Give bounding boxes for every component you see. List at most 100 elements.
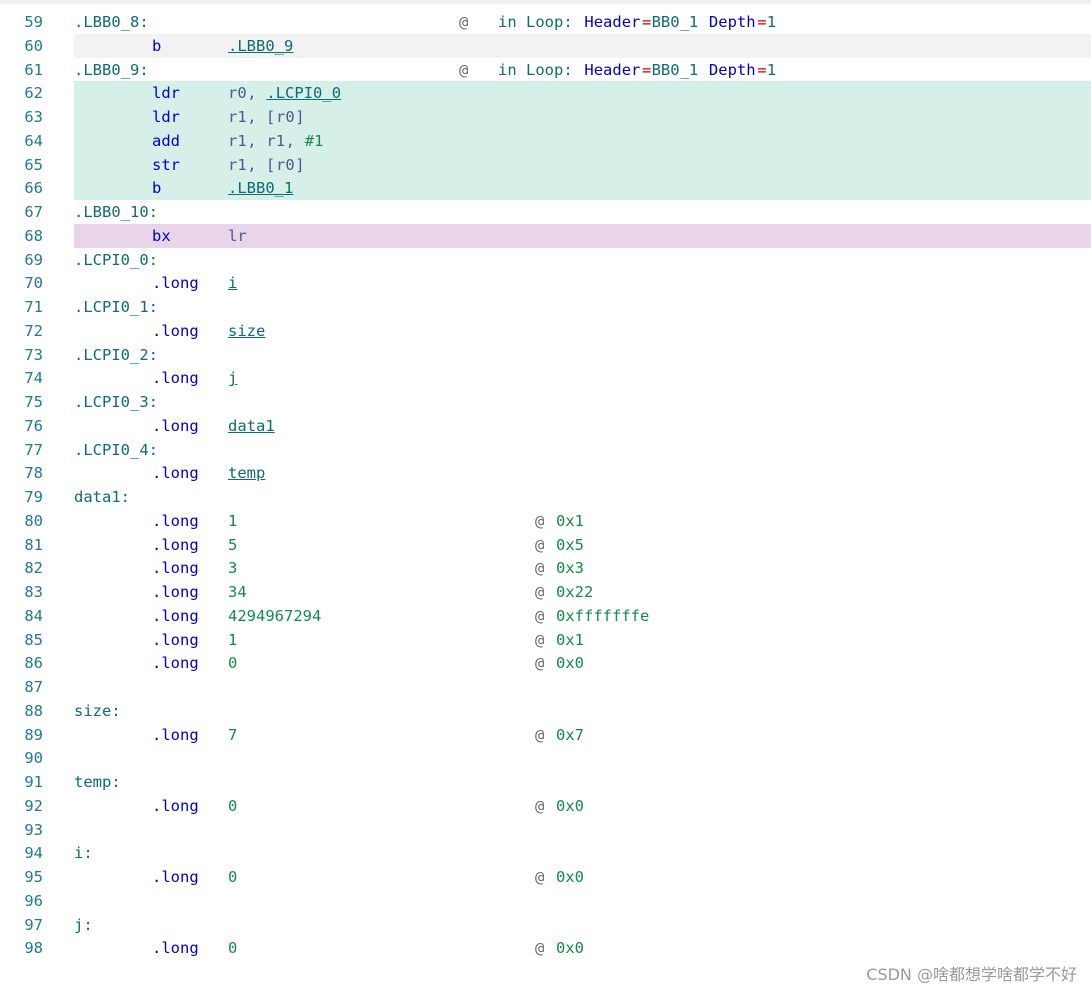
code-line[interactable]: 62 ldr r0, .LCPI0_0 bbox=[0, 81, 1091, 106]
instruction-mnemonic: .long bbox=[152, 464, 199, 483]
instruction-operand[interactable]: .LBB0_1 bbox=[228, 176, 293, 200]
code-line[interactable]: 89 .long 7 @0x7 bbox=[0, 723, 1091, 747]
line-number: 94 bbox=[24, 844, 43, 863]
instruction-mnemonic: .long bbox=[152, 535, 199, 554]
code-line[interactable]: 59 .LBB0_8: @ in Loop: Header = BB0_1 Depth = 1 bbox=[0, 10, 1091, 34]
line-number: 66 bbox=[24, 179, 43, 198]
hex-comment: 0x5 bbox=[556, 535, 584, 554]
code-line[interactable]: 61 .LBB0_9: @ in Loop: Header = BB0_1 Depth = 1 bbox=[0, 58, 1091, 82]
code-line[interactable]: 90 bbox=[0, 746, 1091, 770]
line-number: 62 bbox=[24, 84, 43, 103]
instruction-mnemonic: b bbox=[152, 179, 162, 198]
code-line[interactable]: 85 .long 1 @0x1 bbox=[0, 628, 1091, 652]
code-line[interactable]: 78 .long temp bbox=[0, 461, 1091, 485]
instruction-operand[interactable]: .LCPI0_0 bbox=[266, 81, 341, 105]
instruction-mnemonic: .long bbox=[152, 583, 199, 601]
instruction-operand: , bbox=[247, 84, 266, 103]
code-line[interactable]: 73 .LCPI0_2: bbox=[0, 343, 1091, 367]
code-line[interactable]: 70 .long i bbox=[0, 271, 1091, 295]
code-line[interactable]: 67 .LBB0_10: bbox=[0, 200, 1091, 224]
code-line[interactable]: 74 .long j bbox=[0, 366, 1091, 390]
line-number: 64 bbox=[24, 131, 43, 150]
code-line[interactable]: 88 size: bbox=[0, 699, 1091, 723]
instruction-mnemonic: add bbox=[152, 131, 180, 150]
line-number: 87 bbox=[24, 678, 43, 696]
instruction-operand: 1 bbox=[228, 511, 238, 530]
hex-comment: 0x1 bbox=[556, 511, 584, 530]
comment-text: = bbox=[642, 60, 652, 79]
hex-comment: 0x0 bbox=[556, 796, 584, 815]
instruction-operand: ] bbox=[295, 108, 305, 126]
code-line[interactable]: 72 .long size bbox=[0, 319, 1091, 343]
code-label: j: bbox=[74, 915, 93, 934]
code-line[interactable]: 60 b .LBB0_9 bbox=[0, 33, 1091, 58]
instruction-operand[interactable]: temp bbox=[228, 461, 265, 485]
instruction-mnemonic: .long bbox=[152, 321, 199, 340]
instruction-operand[interactable]: .LBB0_9 bbox=[228, 34, 293, 58]
code-line[interactable]: 65 str r1, [r0] bbox=[0, 152, 1091, 177]
code-line[interactable]: 71 .LCPI0_1: bbox=[0, 295, 1091, 319]
code-line[interactable]: 75 .LCPI0_3: bbox=[0, 390, 1091, 414]
code-line[interactable]: 87 bbox=[0, 675, 1091, 699]
code-line[interactable]: 81 .long 5 @0x5 bbox=[0, 533, 1091, 557]
instruction-operand: 5 bbox=[228, 535, 238, 554]
instruction-mnemonic: .long bbox=[152, 274, 199, 293]
line-highlight bbox=[74, 176, 1091, 201]
instruction-operand[interactable]: data1 bbox=[228, 414, 275, 438]
line-number: 68 bbox=[24, 226, 43, 245]
instruction-operand: , [ bbox=[247, 108, 276, 126]
code-line[interactable]: 68 bx lr bbox=[0, 223, 1091, 248]
instruction-operand: 0 bbox=[228, 654, 238, 673]
instruction-operand: #1 bbox=[304, 131, 324, 150]
code-line[interactable]: 83 .long 34 @0x22 bbox=[0, 580, 1091, 604]
instruction-operand: , bbox=[285, 131, 305, 150]
comment-text: Header bbox=[584, 13, 641, 31]
code-line[interactable]: 84 .long 4294967294 @0xfffffffe bbox=[0, 604, 1091, 628]
instruction-operand[interactable]: i bbox=[228, 271, 237, 295]
code-label: .LBB0_8: bbox=[74, 13, 149, 31]
instruction-operand: r1 bbox=[228, 131, 247, 150]
instruction-mnemonic: ldr bbox=[152, 108, 180, 126]
code-line[interactable]: 97 j: bbox=[0, 913, 1091, 937]
hex-comment: 0x0 bbox=[556, 939, 584, 958]
line-number: 81 bbox=[24, 535, 43, 554]
instruction-operand[interactable]: j bbox=[228, 366, 237, 390]
code-line[interactable]: 93 bbox=[0, 818, 1091, 842]
instruction-mnemonic: .long bbox=[152, 369, 199, 388]
line-number: 75 bbox=[24, 393, 43, 411]
comment-text: 1 bbox=[766, 60, 777, 79]
code-label: temp: bbox=[74, 773, 121, 791]
code-line[interactable]: 64 add r1, r1, #1 bbox=[0, 128, 1091, 153]
code-line[interactable]: 91 temp: bbox=[0, 770, 1091, 794]
comment-text: = bbox=[757, 60, 767, 79]
instruction-mnemonic: .long bbox=[152, 416, 199, 435]
instruction-operand[interactable]: size bbox=[228, 319, 265, 343]
instruction-operand: ] bbox=[295, 155, 305, 174]
code-line[interactable]: 66 b .LBB0_1 bbox=[0, 176, 1091, 201]
code-line[interactable]: 92 .long 0 @0x0 bbox=[0, 794, 1091, 818]
code-editor[interactable]: 59 .LBB0_8: @ in Loop: Header = BB0_1 Depth = 1… bbox=[0, 0, 1091, 993]
hex-comment: 0x0 bbox=[556, 868, 584, 886]
code-line[interactable]: 98 .long 0 @0x0 bbox=[0, 936, 1091, 960]
code-line[interactable]: 86 .long 0 @0x0 bbox=[0, 651, 1091, 675]
line-number: 93 bbox=[24, 820, 43, 839]
instruction-operand: 34 bbox=[228, 583, 247, 601]
code-line[interactable]: 95 .long 0 @0x0 bbox=[0, 865, 1091, 889]
comment-text: 1 bbox=[766, 13, 777, 31]
code-line[interactable]: 94 i: bbox=[0, 841, 1091, 865]
code-line[interactable]: 69 .LCPI0_0: bbox=[0, 248, 1091, 272]
line-number: 72 bbox=[24, 321, 43, 340]
code-line[interactable]: 80 .long 1 @0x1 bbox=[0, 509, 1091, 533]
code-line[interactable]: 79 data1: bbox=[0, 485, 1091, 509]
code-line[interactable]: 77 .LCPI0_4: bbox=[0, 438, 1091, 462]
code-line[interactable]: 76 .long data1 bbox=[0, 414, 1091, 438]
line-number: 60 bbox=[24, 36, 43, 55]
instruction-operand: 7 bbox=[228, 725, 238, 744]
instruction-mnemonic: bx bbox=[152, 226, 171, 245]
code-line[interactable]: 96 bbox=[0, 889, 1091, 913]
code-line[interactable]: 82 .long 3 @0x3 bbox=[0, 556, 1091, 580]
hex-comment: 0xfffffffe bbox=[556, 606, 650, 625]
code-line[interactable]: 63 ldr r1, [r0] bbox=[0, 105, 1091, 129]
code-label: .LCPI0_1: bbox=[74, 298, 158, 316]
instruction-operand: 1 bbox=[228, 630, 238, 649]
